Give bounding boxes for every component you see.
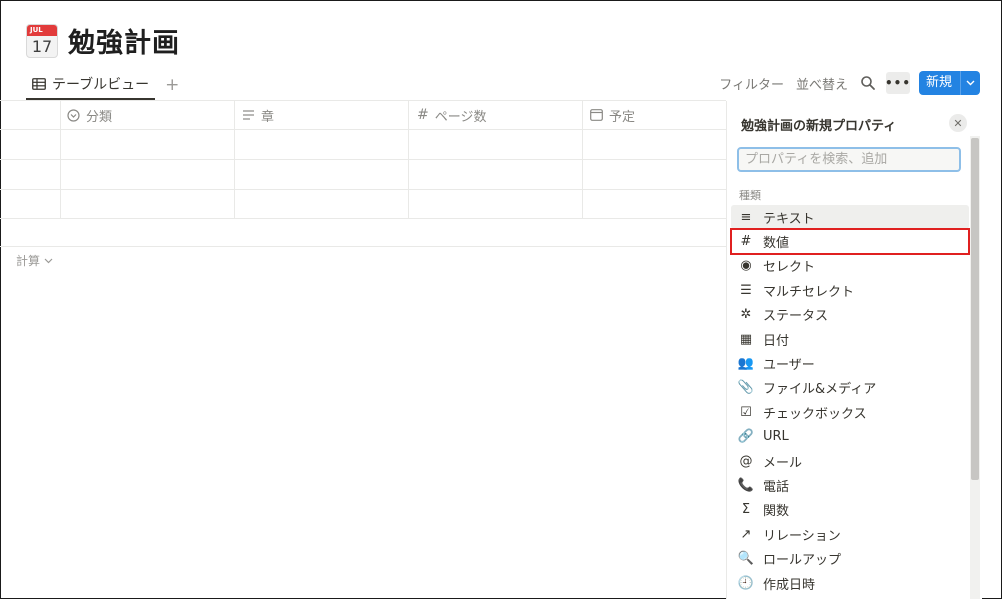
row-divider bbox=[0, 246, 726, 247]
date-icon: ▦ bbox=[739, 331, 753, 347]
column-divider bbox=[582, 101, 583, 218]
calendar-icon[interactable]: JUL 17 bbox=[26, 23, 58, 58]
link-icon: 🔗 bbox=[737, 429, 755, 445]
property-type-label: マルチセレクト bbox=[763, 284, 855, 300]
sigma-icon: Σ bbox=[741, 502, 751, 518]
property-type-label: 作成日時 bbox=[763, 577, 816, 593]
type-section-label: 種類 bbox=[739, 189, 761, 202]
header-divider bbox=[0, 129, 726, 130]
column-label: 予定 bbox=[609, 109, 636, 125]
property-type-label: 関数 bbox=[763, 504, 790, 520]
tab-label: テーブルビュー bbox=[52, 77, 150, 93]
property-type-label: セレクト bbox=[763, 260, 816, 276]
property-type-item[interactable]: 👥 ユーザー bbox=[731, 351, 969, 375]
property-type-item[interactable]: ◉ セレクト bbox=[731, 254, 969, 278]
attachment-icon: 📎 bbox=[737, 380, 755, 396]
view-tabs: テーブルビュー + bbox=[26, 70, 179, 100]
at-icon: @ bbox=[739, 453, 753, 469]
property-search-input[interactable] bbox=[737, 147, 961, 172]
number-icon: # bbox=[417, 107, 429, 123]
multi-select-icon: ☰ bbox=[740, 282, 752, 298]
calendar-day: 17 bbox=[31, 36, 53, 56]
property-type-item[interactable]: ☑ チェックボックス bbox=[731, 400, 969, 424]
property-type-label: URL bbox=[763, 429, 789, 445]
clock-icon: 🕘 bbox=[737, 575, 755, 591]
more-options-button[interactable]: ••• bbox=[885, 72, 910, 94]
property-type-item[interactable]: @ メール bbox=[731, 449, 969, 473]
checkbox-icon: ☑ bbox=[740, 404, 752, 420]
text-icon: ≡ bbox=[740, 209, 752, 225]
select-icon: ◉ bbox=[740, 258, 752, 274]
search-icon[interactable] bbox=[860, 75, 876, 91]
chevron-down-icon bbox=[44, 258, 53, 263]
property-type-item[interactable]: Σ 関数 bbox=[731, 498, 969, 522]
new-button-group: 新規 bbox=[918, 71, 980, 95]
property-type-item[interactable]: ▦ 日付 bbox=[731, 327, 969, 351]
property-type-item[interactable]: ≡ テキスト bbox=[731, 205, 969, 230]
table-icon bbox=[32, 78, 46, 90]
property-type-label: ファイル&メディア bbox=[763, 382, 877, 398]
property-type-label: 日付 bbox=[763, 333, 790, 349]
row-divider bbox=[0, 159, 726, 160]
panel-title: 勉強計画の新規プロパティ bbox=[741, 119, 897, 134]
calculate-label: 計算 bbox=[16, 254, 41, 268]
tab-table-view[interactable]: テーブルビュー bbox=[26, 70, 156, 100]
property-type-label: 数値 bbox=[763, 236, 790, 252]
new-property-panel: 勉強計画の新規プロパティ ✕ 種類 ≡ テキスト # 数値 ◉ セレクト ☰ マルチセレクト ✲… bbox=[726, 101, 982, 599]
property-type-label: テキスト bbox=[763, 211, 815, 227]
column-divider bbox=[60, 101, 61, 218]
new-dropdown-button[interactable] bbox=[960, 71, 980, 95]
date-icon bbox=[590, 109, 603, 121]
phone-icon: 📞 bbox=[737, 477, 755, 493]
toolbar: フィルター 並べ替え ••• 新規 bbox=[707, 70, 980, 96]
table-top-border bbox=[0, 100, 726, 101]
column-divider bbox=[234, 101, 235, 218]
add-view-button[interactable]: + bbox=[165, 76, 179, 94]
new-button[interactable]: 新規 bbox=[919, 71, 960, 95]
person-icon: 👥 bbox=[737, 356, 755, 372]
status-icon: ✲ bbox=[740, 307, 752, 323]
filter-button[interactable]: フィルター bbox=[719, 74, 784, 93]
property-type-label: ユーザー bbox=[763, 358, 815, 374]
column-label: 分類 bbox=[86, 109, 113, 125]
search-icon: 🔍 bbox=[737, 551, 755, 567]
close-icon[interactable]: ✕ bbox=[949, 114, 967, 132]
property-type-item[interactable]: 🕘 作成日時 bbox=[731, 571, 969, 595]
property-type-item[interactable]: 🔗 URL bbox=[731, 425, 969, 449]
row-divider bbox=[0, 218, 726, 219]
page-title[interactable]: 勉強計画 bbox=[68, 21, 180, 60]
column-divider bbox=[408, 101, 409, 218]
property-type-item[interactable]: 📞 電話 bbox=[731, 473, 969, 497]
property-type-label: チェックボックス bbox=[763, 406, 867, 422]
arrow-up-right-icon: ↗ bbox=[740, 526, 752, 542]
calendar-month: JUL bbox=[27, 24, 57, 36]
scrollbar-thumb[interactable] bbox=[971, 138, 979, 480]
property-type-list: ≡ テキスト # 数値 ◉ セレクト ☰ マルチセレクト ✲ ステータス ▦ 日付 👥 ユーザー 📎 ファイル… bbox=[730, 205, 970, 595]
property-type-item[interactable]: ☰ マルチセレクト bbox=[731, 278, 969, 302]
property-type-label: メール bbox=[763, 455, 803, 471]
calculate-button[interactable]: 計算 bbox=[16, 252, 53, 269]
property-type-item[interactable]: ↗ リレーション bbox=[731, 522, 969, 546]
page-header: JUL 17 勉強計画 bbox=[26, 21, 180, 60]
column-label: ページ数 bbox=[434, 109, 487, 125]
row-divider bbox=[0, 189, 726, 190]
column-header-schedule[interactable]: 予定 bbox=[590, 102, 635, 128]
property-type-label: ステータス bbox=[763, 309, 829, 325]
column-header-category[interactable]: 分類 bbox=[67, 102, 112, 128]
number-icon: # bbox=[740, 234, 752, 250]
property-type-item[interactable]: ✲ ステータス bbox=[731, 303, 969, 327]
property-type-label: ロールアップ bbox=[763, 553, 842, 569]
property-type-item[interactable]: 📎 ファイル&メディア bbox=[731, 376, 969, 400]
text-icon bbox=[243, 110, 254, 120]
chevron-down-icon bbox=[966, 80, 975, 86]
column-header-chapter[interactable]: 章 bbox=[242, 102, 274, 128]
select-icon bbox=[67, 108, 80, 122]
property-type-item[interactable]: # 数値 bbox=[730, 228, 970, 255]
property-type-item[interactable]: 🔍 ロールアップ bbox=[731, 546, 969, 570]
property-type-label: リレーション bbox=[763, 528, 841, 544]
column-header-pages[interactable]: # ページ数 bbox=[417, 102, 486, 128]
property-type-label: 電話 bbox=[763, 479, 790, 495]
sort-button[interactable]: 並べ替え bbox=[796, 74, 848, 93]
column-label: 章 bbox=[261, 109, 275, 125]
